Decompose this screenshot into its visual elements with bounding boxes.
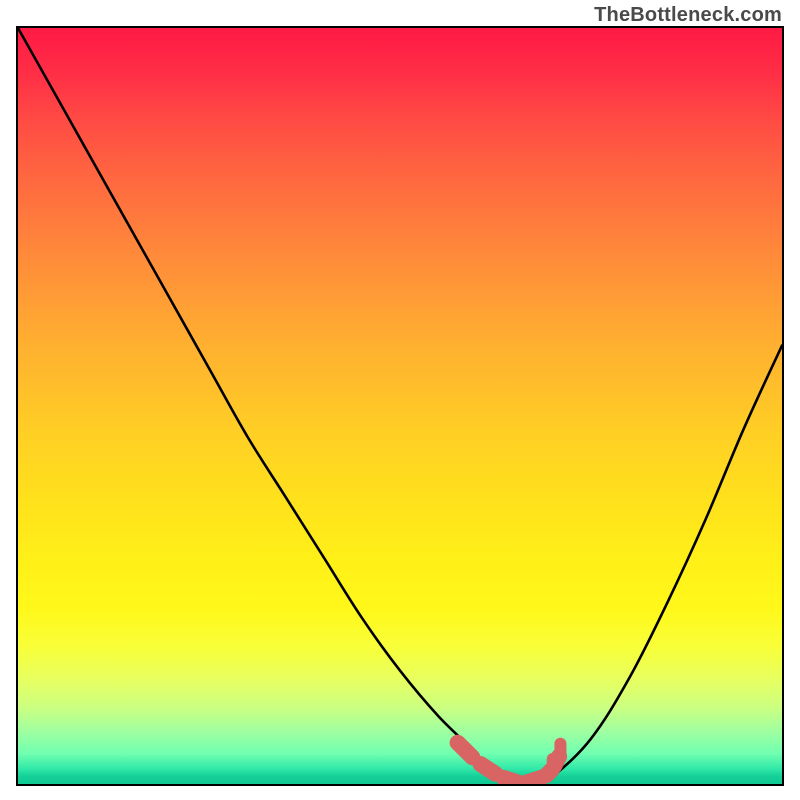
optimal-marker-segment <box>526 778 541 783</box>
optimal-marker-segment <box>481 764 496 774</box>
watermark-text: TheBottleneck.com <box>594 4 782 27</box>
optimal-region-markers <box>458 743 561 783</box>
optimal-marker-segment <box>503 778 518 783</box>
optimal-marker-segment <box>458 743 473 758</box>
chart-svg <box>18 28 782 784</box>
chart-frame <box>16 26 784 786</box>
bottleneck-curve <box>18 28 782 784</box>
